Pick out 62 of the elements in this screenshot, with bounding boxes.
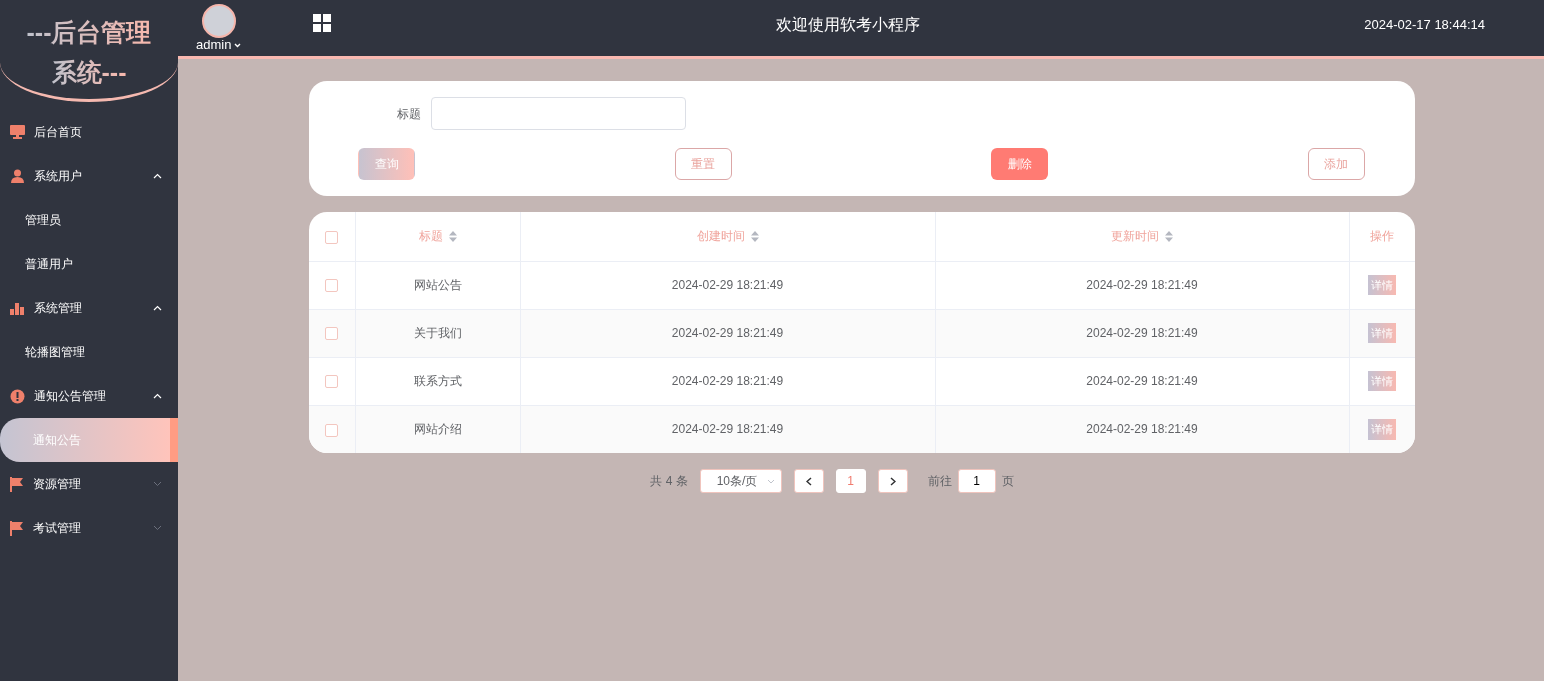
row-checkbox[interactable] [325, 279, 339, 293]
sort-icon[interactable] [1165, 230, 1173, 242]
select-all-checkbox[interactable] [325, 230, 339, 244]
grid-menu-icon[interactable] [313, 14, 332, 32]
row-checkbox[interactable] [325, 327, 339, 341]
user-icon [10, 169, 25, 183]
table-cell: 2024-02-29 18:21:49 [1086, 374, 1198, 388]
menu-item[interactable]: 通知公告管理 [0, 374, 178, 418]
table-cell: 联系方式 [413, 374, 462, 388]
table-cell: 2024-02-29 18:21:49 [671, 422, 784, 437]
column-header[interactable]: 更新时间 [1111, 227, 1173, 246]
table-cell: 网站公告 [413, 278, 462, 292]
table-cell: 2024-02-29 18:21:49 [671, 374, 784, 388]
user-menu[interactable]: admin [196, 38, 232, 52]
next-page-button[interactable] [877, 469, 908, 493]
column-header[interactable]: 创建时间 [696, 227, 759, 246]
menu-item[interactable]: 后台首页 [0, 110, 178, 154]
submenu-item[interactable]: 普通用户 [0, 242, 178, 286]
caret-icon [234, 42, 242, 48]
table-cell: 2024-02-29 18:21:49 [671, 278, 784, 292]
column-header[interactable]: 标题 [418, 227, 457, 246]
table-cell: 2024-02-29 18:21:49 [1086, 422, 1198, 437]
table-cell: 2024-02-29 18:21:49 [1086, 326, 1198, 340]
page-title: 欢迎使用软考小程序 [774, 15, 921, 35]
table-cell: 关于我们 [413, 326, 462, 340]
row-checkbox[interactable] [325, 423, 339, 437]
table-cell: 2024-02-29 18:21:49 [671, 326, 784, 340]
bar-chart-icon [10, 301, 25, 315]
action-button[interactable]: 查询 [358, 148, 415, 180]
column-header: 操作 [1370, 228, 1395, 246]
page-button[interactable]: 1 [835, 469, 866, 493]
submenu-item[interactable]: 管理员 [0, 198, 178, 242]
table-cell: 网站介绍 [413, 422, 462, 437]
prev-page-button[interactable] [793, 469, 824, 493]
flag-icon [10, 520, 24, 536]
title-input[interactable] [431, 97, 686, 130]
action-button[interactable]: 添加 [1307, 148, 1365, 180]
caret-icon [766, 478, 775, 484]
avatar[interactable] [201, 4, 236, 38]
page-size-select[interactable]: 10条/页 [699, 469, 782, 493]
menu-item[interactable]: 资源管理 [0, 462, 178, 506]
page-input[interactable]: 1 [957, 469, 996, 493]
page-suffix: 页 [1001, 473, 1014, 490]
action-button[interactable]: 删除 [991, 148, 1049, 180]
table-cell: 2024-02-29 18:21:49 [1086, 278, 1198, 292]
menu-item[interactable]: 系统管理 [0, 286, 178, 330]
field-label: 标题 [397, 105, 421, 123]
menu-item[interactable]: 考试管理 [0, 506, 178, 550]
sort-icon[interactable] [448, 230, 457, 242]
info-icon [10, 388, 25, 404]
chevron-left-icon [805, 476, 812, 486]
goto-label: 前往 [927, 473, 952, 490]
menu-item[interactable]: 系统用户 [0, 154, 178, 198]
chevron-right-icon [889, 476, 896, 486]
datetime-text: 2024-02-17 18:44:14 [1364, 16, 1485, 35]
total-count: 共 4 条 [650, 473, 688, 490]
submenu-item[interactable]: 轮播图管理 [0, 330, 178, 374]
flag-icon [10, 476, 24, 492]
sort-icon[interactable] [750, 230, 759, 242]
monitor-icon [10, 125, 25, 139]
action-button[interactable]: 重置 [674, 148, 732, 180]
row-checkbox[interactable] [325, 375, 339, 389]
